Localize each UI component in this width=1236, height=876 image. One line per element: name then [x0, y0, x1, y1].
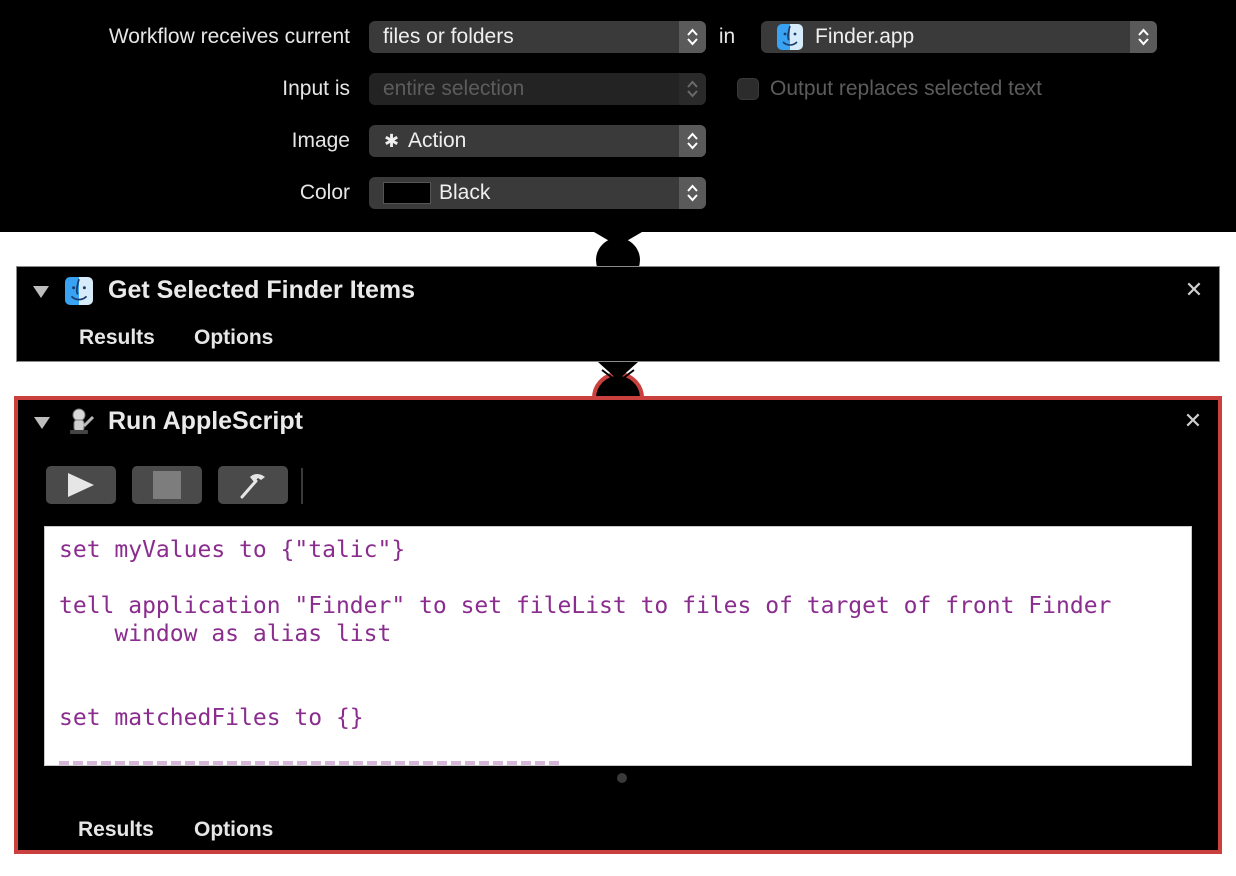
script-editor[interactable]: set myValues to {"talic"} tell applicati… — [44, 526, 1192, 766]
action-run-applescript: Run AppleScript ✕ set myValues to {"tali… — [14, 396, 1222, 854]
disclosure-triangle-icon[interactable] — [33, 286, 49, 298]
run-script-button[interactable] — [46, 466, 116, 504]
close-icon[interactable]: ✕ — [1184, 279, 1204, 301]
input-is-value: entire selection — [383, 77, 525, 100]
code-line: set myValues to {"talic"} — [59, 537, 406, 563]
code-line: window as alias list — [59, 621, 392, 647]
options-tab[interactable]: Options — [194, 326, 273, 350]
image-value: Action — [408, 129, 467, 152]
in-label: in — [718, 25, 736, 48]
finder-icon — [65, 277, 93, 305]
gear-icon: ✱ — [384, 131, 400, 151]
application-popup[interactable]: Finder.app — [761, 21, 1157, 53]
finder-icon — [777, 24, 803, 50]
code-line: set matchedFiles to {} — [59, 705, 364, 731]
workflow-input-type-value: files or folders — [383, 25, 514, 48]
popup-stepper-icon — [679, 177, 706, 209]
color-popup[interactable]: Black — [369, 177, 706, 209]
color-label: Color — [299, 181, 350, 204]
stop-script-button[interactable] — [132, 466, 202, 504]
popup-stepper-icon — [679, 21, 706, 53]
workflow-receives-label: Workflow receives current — [108, 25, 350, 48]
output-replaces-checkbox[interactable] — [737, 78, 759, 100]
code-line: tell application "Finder" to set fileLis… — [59, 593, 1112, 619]
play-icon — [68, 473, 94, 497]
resize-handle[interactable] — [617, 773, 627, 783]
close-icon[interactable]: ✕ — [1183, 410, 1203, 432]
stop-icon — [153, 471, 181, 499]
code-line-clipped — [59, 753, 559, 765]
disclosure-triangle-icon[interactable] — [34, 417, 50, 429]
applescript-icon — [64, 406, 96, 438]
workflow-settings-panel: Workflow receives current files or folde… — [0, 0, 1236, 232]
color-swatch — [383, 182, 431, 204]
results-tab[interactable]: Results — [78, 818, 154, 842]
hammer-icon — [240, 474, 265, 499]
toolbar-divider — [301, 468, 303, 504]
compile-script-button[interactable] — [218, 466, 288, 504]
action-title: Get Selected Finder Items — [108, 276, 416, 304]
action-get-selected-finder-items: Get Selected Finder Items ✕ Results Opti… — [16, 266, 1220, 362]
results-tab[interactable]: Results — [79, 326, 155, 350]
action-connector — [592, 360, 644, 400]
image-label: Image — [291, 129, 350, 152]
input-is-label: Input is — [282, 77, 350, 100]
output-replaces-label: Output replaces selected text — [770, 77, 1042, 100]
popup-stepper-icon — [679, 73, 706, 105]
input-is-popup[interactable]: entire selection — [369, 73, 706, 105]
popup-stepper-icon — [679, 125, 706, 157]
image-popup[interactable]: ✱ Action — [369, 125, 706, 157]
popup-stepper-icon — [1130, 21, 1157, 53]
options-tab[interactable]: Options — [194, 818, 273, 842]
action-title: Run AppleScript — [108, 407, 303, 435]
workflow-input-type-popup[interactable]: files or folders — [369, 21, 706, 53]
color-value: Black — [439, 181, 491, 204]
application-value: Finder.app — [815, 25, 915, 48]
